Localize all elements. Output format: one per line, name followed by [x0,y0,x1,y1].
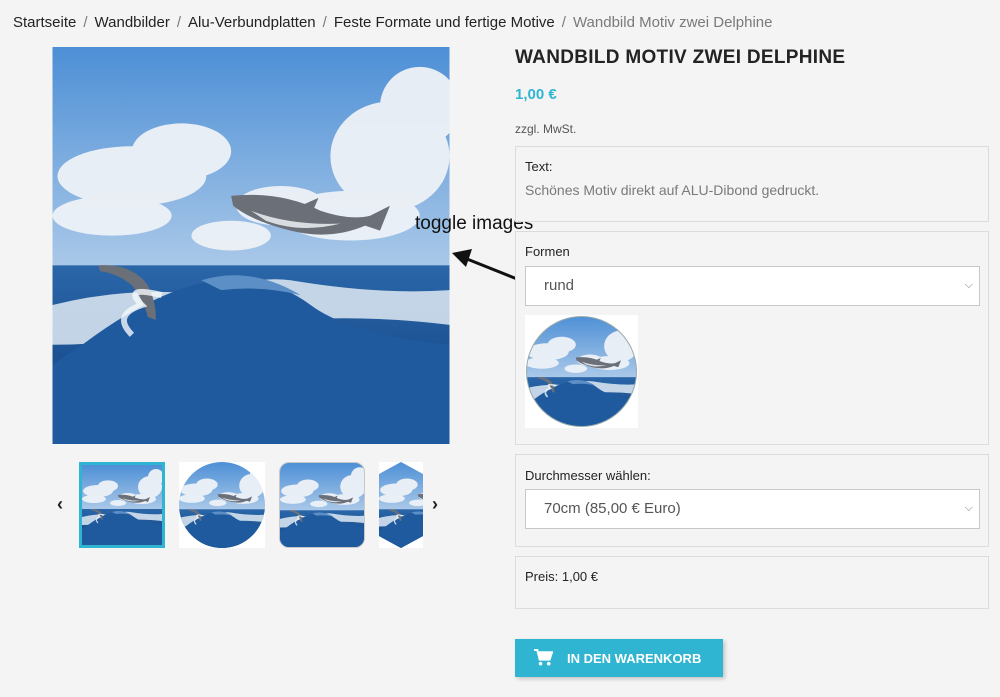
durchmesser-selected-value: 70cm (85,00 € Euro) [544,500,681,517]
chevron-right-icon[interactable]: › [432,494,438,515]
formen-box: Formen rund ⌵ [515,231,989,445]
breadcrumb-item-feste-formate[interactable]: Feste Formate und fertige Motive [334,14,555,31]
preis-box: Preis: 1,00 € [515,556,989,609]
shape-preview-image [525,315,638,428]
breadcrumb-item-alu-verbundplatten[interactable]: Alu-Verbundplatten [188,14,316,31]
breadcrumb: Startseite / Wandbilder / Alu-Verbundplatten… [13,14,772,31]
chevron-down-icon: ⌵ [964,279,973,291]
preis-text: Preis: 1,00 € [525,569,598,584]
chevron-left-icon[interactable]: ‹ [57,494,63,515]
breadcrumb-separator: / [561,14,566,31]
product-price: 1,00 € [515,86,557,103]
add-to-cart-label: IN DEN WARENKORB [567,650,702,666]
thumbnail-rounded-square[interactable] [279,462,365,548]
breadcrumb-separator: / [176,14,182,31]
durchmesser-select[interactable]: 70cm (85,00 € Euro) ⌵ [525,489,980,529]
breadcrumb-item-startseite[interactable]: Startseite [13,14,76,31]
thumbnail-round[interactable] [179,462,265,548]
breadcrumb-current: Wandbild Motiv zwei Delphine [572,14,773,31]
product-main-image[interactable] [52,47,450,444]
text-info-box: Text: Schönes Motiv direkt auf ALU-Dibon… [515,146,989,222]
product-title: WANDBILD MOTIV ZWEI DELPHINE [515,47,846,68]
formen-label: Formen [525,244,570,259]
text-value: Schönes Motiv direkt auf ALU-Dibond gedr… [525,182,820,198]
tax-note: zzgl. MwSt. [515,122,577,136]
preis-value: 1,00 € [561,569,599,584]
preis-label: Preis: [525,569,559,584]
breadcrumb-separator: / [322,14,327,31]
formen-select[interactable]: rund ⌵ [525,266,980,306]
formen-selected-value: rund [544,277,575,294]
shopping-cart-icon [534,649,553,666]
thumbnail-hexagon[interactable] [379,462,423,548]
breadcrumb-item-wandbilder[interactable]: Wandbilder [95,14,170,31]
durchmesser-label: Durchmesser wählen: [525,468,651,483]
chevron-down-icon: ⌵ [964,502,973,514]
text-label: Text: [525,159,553,174]
durchmesser-box: Durchmesser wählen: 70cm (85,00 € Euro) … [515,454,989,547]
add-to-cart-button[interactable]: IN DEN WARENKORB [515,639,723,677]
thumbnail-square[interactable] [79,462,165,548]
breadcrumb-separator: / [83,14,88,31]
